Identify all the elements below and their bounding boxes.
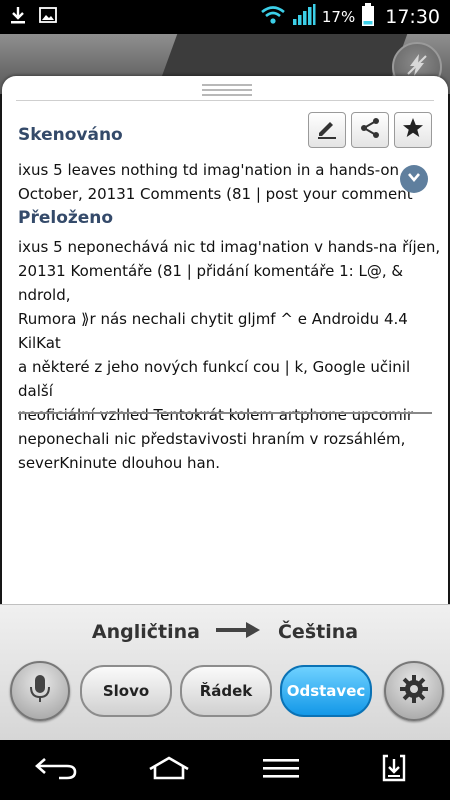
chevron-down-icon — [406, 169, 422, 189]
back-icon — [33, 755, 79, 785]
arrow-right-icon — [215, 621, 262, 644]
scanned-line: ixus 5 leaves nothing td imag'nation in … — [18, 161, 400, 179]
translated-text: ixus 5 neponechává nic td imag'nation v … — [18, 235, 448, 475]
scanned-title: Skenováno — [18, 125, 123, 145]
translated-line: Rumora ⟫r nás nechali chytit gljmf ^ e A… — [18, 310, 408, 352]
edit-icon — [315, 116, 339, 144]
translation-panel: Skenováno ixus 5 leaves nothing td imag'… — [2, 76, 448, 604]
expand-button[interactable] — [400, 165, 428, 193]
mode-line-button[interactable]: Řádek — [180, 665, 272, 717]
wifi-icon — [260, 5, 286, 29]
battery-percent: 17% — [321, 8, 356, 26]
drag-handle[interactable] — [202, 84, 252, 96]
translated-line: neponechali nic představivosti hraním v … — [18, 430, 406, 448]
translated-line: neoficiální vzhled Tentokrát kolem artph… — [18, 406, 414, 424]
edit-button[interactable] — [308, 112, 346, 148]
translated-line: a některé z jeho nových funkcí cou | k, … — [18, 358, 411, 400]
image-icon — [38, 5, 58, 29]
microphone-button[interactable] — [10, 661, 70, 721]
status-bar: 17% 17:30 — [0, 0, 450, 34]
home-button[interactable] — [139, 750, 199, 790]
menu-icon — [261, 756, 301, 784]
scanned-text: ixus 5 leaves nothing td imag'nation in … — [18, 158, 413, 206]
microphone-icon — [29, 674, 51, 708]
target-language[interactable]: Čeština — [278, 621, 358, 643]
divider — [18, 412, 432, 414]
favorite-button[interactable] — [394, 112, 432, 148]
translated-line: severKninute dlouhou han. — [18, 454, 221, 472]
action-buttons — [308, 112, 432, 148]
translated-line: ixus 5 neponechává nic td imag'nation v … — [18, 238, 441, 256]
gear-icon — [399, 674, 429, 708]
save-icon — [381, 753, 407, 787]
settings-button[interactable] — [384, 661, 444, 721]
language-selector[interactable]: Angličtina Čeština — [0, 617, 450, 647]
download-icon — [8, 5, 28, 29]
navigation-bar — [0, 740, 450, 800]
mode-word-button[interactable]: Slovo — [80, 665, 172, 717]
share-button[interactable] — [351, 112, 389, 148]
menu-button[interactable] — [251, 750, 311, 790]
source-language[interactable]: Angličtina — [92, 621, 200, 643]
clock: 17:30 — [385, 6, 440, 28]
battery-icon — [361, 3, 375, 31]
share-icon — [358, 116, 382, 144]
save-button[interactable] — [364, 750, 424, 790]
home-icon — [146, 755, 192, 785]
scanned-line: October, 20131 Comments (81 | post your … — [18, 185, 413, 203]
translated-line: 20131 Komentáře (81 | přidání komentáře … — [18, 262, 404, 304]
back-button[interactable] — [26, 750, 86, 790]
mode-paragraph-button[interactable]: Odstavec — [280, 665, 372, 717]
signal-icon — [292, 4, 316, 30]
control-bar: Angličtina Čeština Slovo Řádek Odstavec — [0, 604, 450, 741]
translated-title: Přeloženo — [18, 208, 114, 228]
star-icon — [401, 116, 425, 144]
